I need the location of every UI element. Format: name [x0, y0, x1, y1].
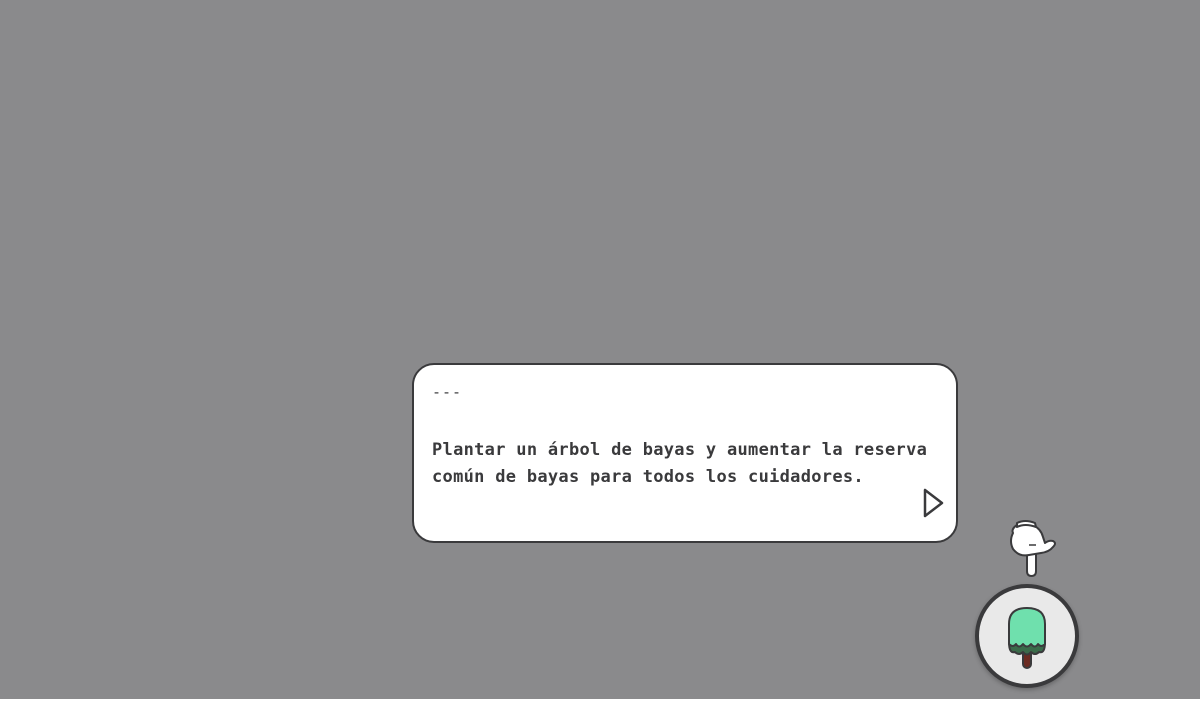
play-triangle-icon — [923, 488, 944, 518]
pointing-hand-icon — [1003, 519, 1059, 579]
dialog-message: Plantar un árbol de bayas y aumentar la … — [432, 440, 928, 487]
plant-berry-tree-button[interactable] — [975, 584, 1079, 688]
speaker-name: --- — [432, 383, 463, 401]
game-stage: --- Plantar un árbol de bayas y aumentar… — [0, 0, 1200, 699]
next-button[interactable] — [922, 488, 946, 518]
berry-tree-icon — [1008, 607, 1046, 669]
dialog-box: --- Plantar un árbol de bayas y aumentar… — [412, 363, 958, 543]
